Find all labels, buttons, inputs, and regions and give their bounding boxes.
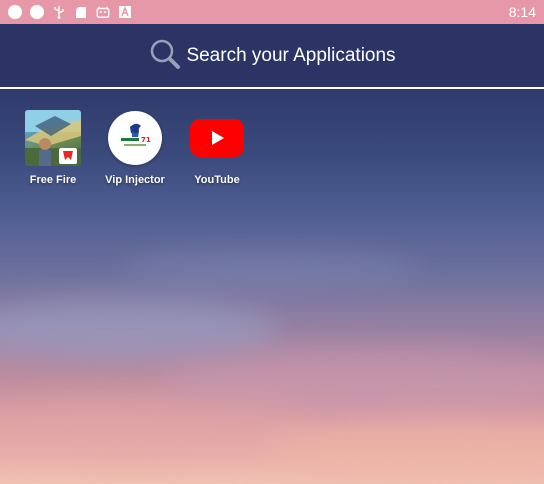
- youtube-icon: [190, 119, 244, 157]
- usb-icon: [52, 5, 66, 19]
- wallpaper-cloud: [0, 300, 280, 360]
- app-label: Vip Injector: [105, 174, 165, 186]
- circle-icon: [30, 5, 44, 19]
- vip-icon-number: 71: [141, 136, 151, 144]
- circle-icon: [8, 5, 22, 19]
- wallpaper-cloud: [120, 250, 420, 290]
- vip-injector-icon: 71: [108, 111, 162, 165]
- app-youtube[interactable]: YouTube: [177, 110, 257, 186]
- status-bar: 8:14: [0, 0, 544, 24]
- app-icon-box: [189, 110, 245, 166]
- home-screen: 8:14 Search your Applications Free Fire …: [0, 0, 544, 484]
- app-vip-injector[interactable]: 71 Vip Injector: [95, 110, 175, 186]
- app-icon-box: [25, 110, 81, 166]
- search-placeholder: Search your Applications: [186, 45, 396, 66]
- android-icon: [96, 5, 110, 19]
- search-input[interactable]: Search your Applications: [148, 37, 396, 75]
- app-label: YouTube: [194, 174, 240, 186]
- sd-card-icon: [74, 5, 88, 19]
- app-free-fire[interactable]: Free Fire: [13, 110, 93, 186]
- play-icon: [212, 131, 224, 145]
- search-underline: [0, 87, 544, 89]
- notification-icons: [8, 5, 132, 19]
- a-box-icon: [118, 5, 132, 19]
- free-fire-icon: [25, 110, 81, 166]
- app-label: Free Fire: [29, 174, 77, 186]
- search-bar[interactable]: Search your Applications: [0, 24, 544, 88]
- search-icon: [148, 37, 182, 75]
- app-icon-box: 71: [107, 110, 163, 166]
- status-time: 8:14: [508, 4, 536, 20]
